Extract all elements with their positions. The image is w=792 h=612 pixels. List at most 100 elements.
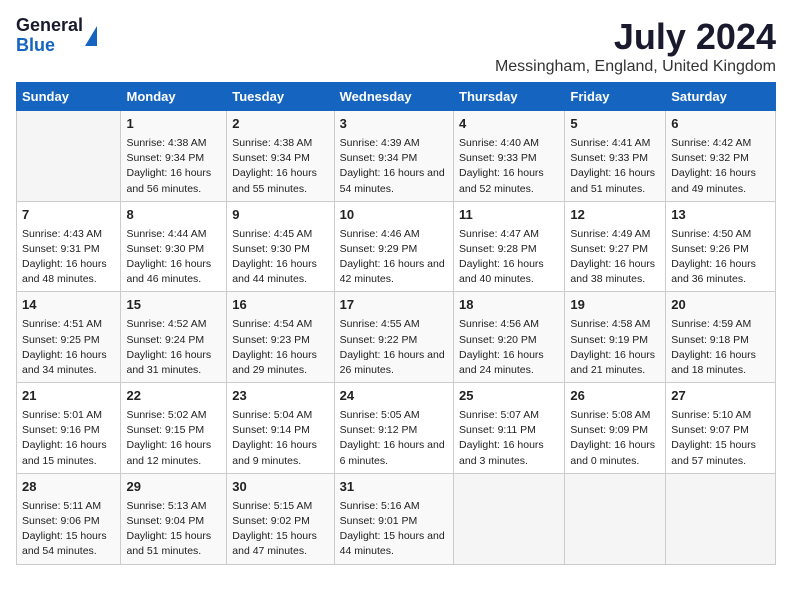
- day-cell-17: 17Sunrise: 4:55 AMSunset: 9:22 PMDayligh…: [334, 292, 453, 383]
- day-number: 24: [340, 387, 448, 406]
- day-info: Sunset: 9:22 PM: [340, 333, 448, 348]
- header-sunday: Sunday: [17, 83, 121, 111]
- day-info: Daylight: 16 hours and 9 minutes.: [232, 438, 328, 468]
- day-info: Sunrise: 5:07 AM: [459, 408, 559, 423]
- day-number: 17: [340, 296, 448, 315]
- day-info: Daylight: 15 hours and 57 minutes.: [671, 438, 770, 468]
- day-info: Daylight: 16 hours and 34 minutes.: [22, 348, 115, 378]
- day-info: Sunset: 9:32 PM: [671, 151, 770, 166]
- header-saturday: Saturday: [666, 83, 776, 111]
- day-info: Daylight: 16 hours and 46 minutes.: [126, 257, 221, 287]
- day-cell-26: 26Sunrise: 5:08 AMSunset: 9:09 PMDayligh…: [565, 383, 666, 474]
- day-info: Daylight: 16 hours and 40 minutes.: [459, 257, 559, 287]
- day-info: Sunrise: 4:46 AM: [340, 227, 448, 242]
- day-cell-12: 12Sunrise: 4:49 AMSunset: 9:27 PMDayligh…: [565, 201, 666, 292]
- day-number: 27: [671, 387, 770, 406]
- day-number: 12: [570, 206, 660, 225]
- day-number: 16: [232, 296, 328, 315]
- day-info: Sunrise: 4:54 AM: [232, 317, 328, 332]
- day-cell-16: 16Sunrise: 4:54 AMSunset: 9:23 PMDayligh…: [227, 292, 334, 383]
- month-title: July 2024: [495, 16, 776, 58]
- day-number: 31: [340, 478, 448, 497]
- day-cell-20: 20Sunrise: 4:59 AMSunset: 9:18 PMDayligh…: [666, 292, 776, 383]
- day-info: Daylight: 16 hours and 6 minutes.: [340, 438, 448, 468]
- day-info: Sunset: 9:20 PM: [459, 333, 559, 348]
- day-number: 10: [340, 206, 448, 225]
- day-info: Sunset: 9:12 PM: [340, 423, 448, 438]
- day-info: Sunrise: 4:38 AM: [126, 136, 221, 151]
- logo-triangle-icon: [85, 26, 97, 46]
- day-number: 29: [126, 478, 221, 497]
- day-info: Sunset: 9:29 PM: [340, 242, 448, 257]
- logo-text: General Blue: [16, 16, 83, 56]
- page-header: General Blue July 2024 Messingham, Engla…: [16, 16, 776, 76]
- day-number: 20: [671, 296, 770, 315]
- day-number: 7: [22, 206, 115, 225]
- day-info: Sunset: 9:02 PM: [232, 514, 328, 529]
- day-cell-13: 13Sunrise: 4:50 AMSunset: 9:26 PMDayligh…: [666, 201, 776, 292]
- day-info: Sunset: 9:30 PM: [232, 242, 328, 257]
- day-info: Sunset: 9:16 PM: [22, 423, 115, 438]
- day-number: 2: [232, 115, 328, 134]
- day-info: Daylight: 16 hours and 44 minutes.: [232, 257, 328, 287]
- day-info: Daylight: 16 hours and 38 minutes.: [570, 257, 660, 287]
- day-number: 18: [459, 296, 559, 315]
- day-info: Sunrise: 4:45 AM: [232, 227, 328, 242]
- day-info: Sunset: 9:04 PM: [126, 514, 221, 529]
- day-number: 30: [232, 478, 328, 497]
- day-cell-23: 23Sunrise: 5:04 AMSunset: 9:14 PMDayligh…: [227, 383, 334, 474]
- day-info: Sunset: 9:34 PM: [126, 151, 221, 166]
- day-number: 3: [340, 115, 448, 134]
- day-info: Sunset: 9:34 PM: [340, 151, 448, 166]
- day-info: Sunrise: 4:59 AM: [671, 317, 770, 332]
- day-info: Daylight: 16 hours and 56 minutes.: [126, 166, 221, 196]
- day-cell-4: 4Sunrise: 4:40 AMSunset: 9:33 PMDaylight…: [454, 111, 565, 202]
- day-info: Daylight: 16 hours and 48 minutes.: [22, 257, 115, 287]
- day-info: Daylight: 15 hours and 51 minutes.: [126, 529, 221, 559]
- day-info: Sunrise: 5:01 AM: [22, 408, 115, 423]
- day-info: Sunrise: 4:58 AM: [570, 317, 660, 332]
- day-cell-11: 11Sunrise: 4:47 AMSunset: 9:28 PMDayligh…: [454, 201, 565, 292]
- day-number: 22: [126, 387, 221, 406]
- day-cell-21: 21Sunrise: 5:01 AMSunset: 9:16 PMDayligh…: [17, 383, 121, 474]
- day-number: 1: [126, 115, 221, 134]
- day-info: Daylight: 16 hours and 12 minutes.: [126, 438, 221, 468]
- day-cell-15: 15Sunrise: 4:52 AMSunset: 9:24 PMDayligh…: [121, 292, 227, 383]
- logo-general: General: [16, 16, 83, 36]
- day-info: Sunset: 9:06 PM: [22, 514, 115, 529]
- header-thursday: Thursday: [454, 83, 565, 111]
- header-tuesday: Tuesday: [227, 83, 334, 111]
- day-info: Sunrise: 4:47 AM: [459, 227, 559, 242]
- day-cell-25: 25Sunrise: 5:07 AMSunset: 9:11 PMDayligh…: [454, 383, 565, 474]
- day-cell-1: 1 Sunrise: 4:38 AMSunset: 9:34 PMDaylight…: [121, 111, 227, 202]
- day-number: 19: [570, 296, 660, 315]
- title-block: July 2024 Messingham, England, United Ki…: [495, 16, 776, 76]
- day-info: Sunrise: 5:02 AM: [126, 408, 221, 423]
- day-cell-27: 27Sunrise: 5:10 AMSunset: 9:07 PMDayligh…: [666, 383, 776, 474]
- location: Messingham, England, United Kingdom: [495, 58, 776, 76]
- day-info: Sunrise: 4:38 AM: [232, 136, 328, 151]
- day-number: 25: [459, 387, 559, 406]
- empty-cell: [666, 473, 776, 564]
- day-cell-2: 2Sunrise: 4:38 AMSunset: 9:34 PMDaylight…: [227, 111, 334, 202]
- day-cell-30: 30Sunrise: 5:15 AMSunset: 9:02 PMDayligh…: [227, 473, 334, 564]
- day-info: Sunrise: 5:04 AM: [232, 408, 328, 423]
- day-info: Sunrise: 4:55 AM: [340, 317, 448, 332]
- day-info: Sunset: 9:15 PM: [126, 423, 221, 438]
- day-info: Sunrise: 4:49 AM: [570, 227, 660, 242]
- day-number: 23: [232, 387, 328, 406]
- day-cell-28: 28Sunrise: 5:11 AMSunset: 9:06 PMDayligh…: [17, 473, 121, 564]
- day-number: 15: [126, 296, 221, 315]
- day-number: 14: [22, 296, 115, 315]
- day-number: 8: [126, 206, 221, 225]
- week-row-3: 21Sunrise: 5:01 AMSunset: 9:16 PMDayligh…: [17, 383, 776, 474]
- day-cell-18: 18Sunrise: 4:56 AMSunset: 9:20 PMDayligh…: [454, 292, 565, 383]
- day-cell-29: 29Sunrise: 5:13 AMSunset: 9:04 PMDayligh…: [121, 473, 227, 564]
- day-info: Sunset: 9:18 PM: [671, 333, 770, 348]
- day-info: Sunset: 9:31 PM: [22, 242, 115, 257]
- day-info: Sunset: 9:30 PM: [126, 242, 221, 257]
- day-info: Daylight: 16 hours and 15 minutes.: [22, 438, 115, 468]
- day-info: Daylight: 16 hours and 21 minutes.: [570, 348, 660, 378]
- day-info: Daylight: 16 hours and 31 minutes.: [126, 348, 221, 378]
- day-info: Sunrise: 4:41 AM: [570, 136, 660, 151]
